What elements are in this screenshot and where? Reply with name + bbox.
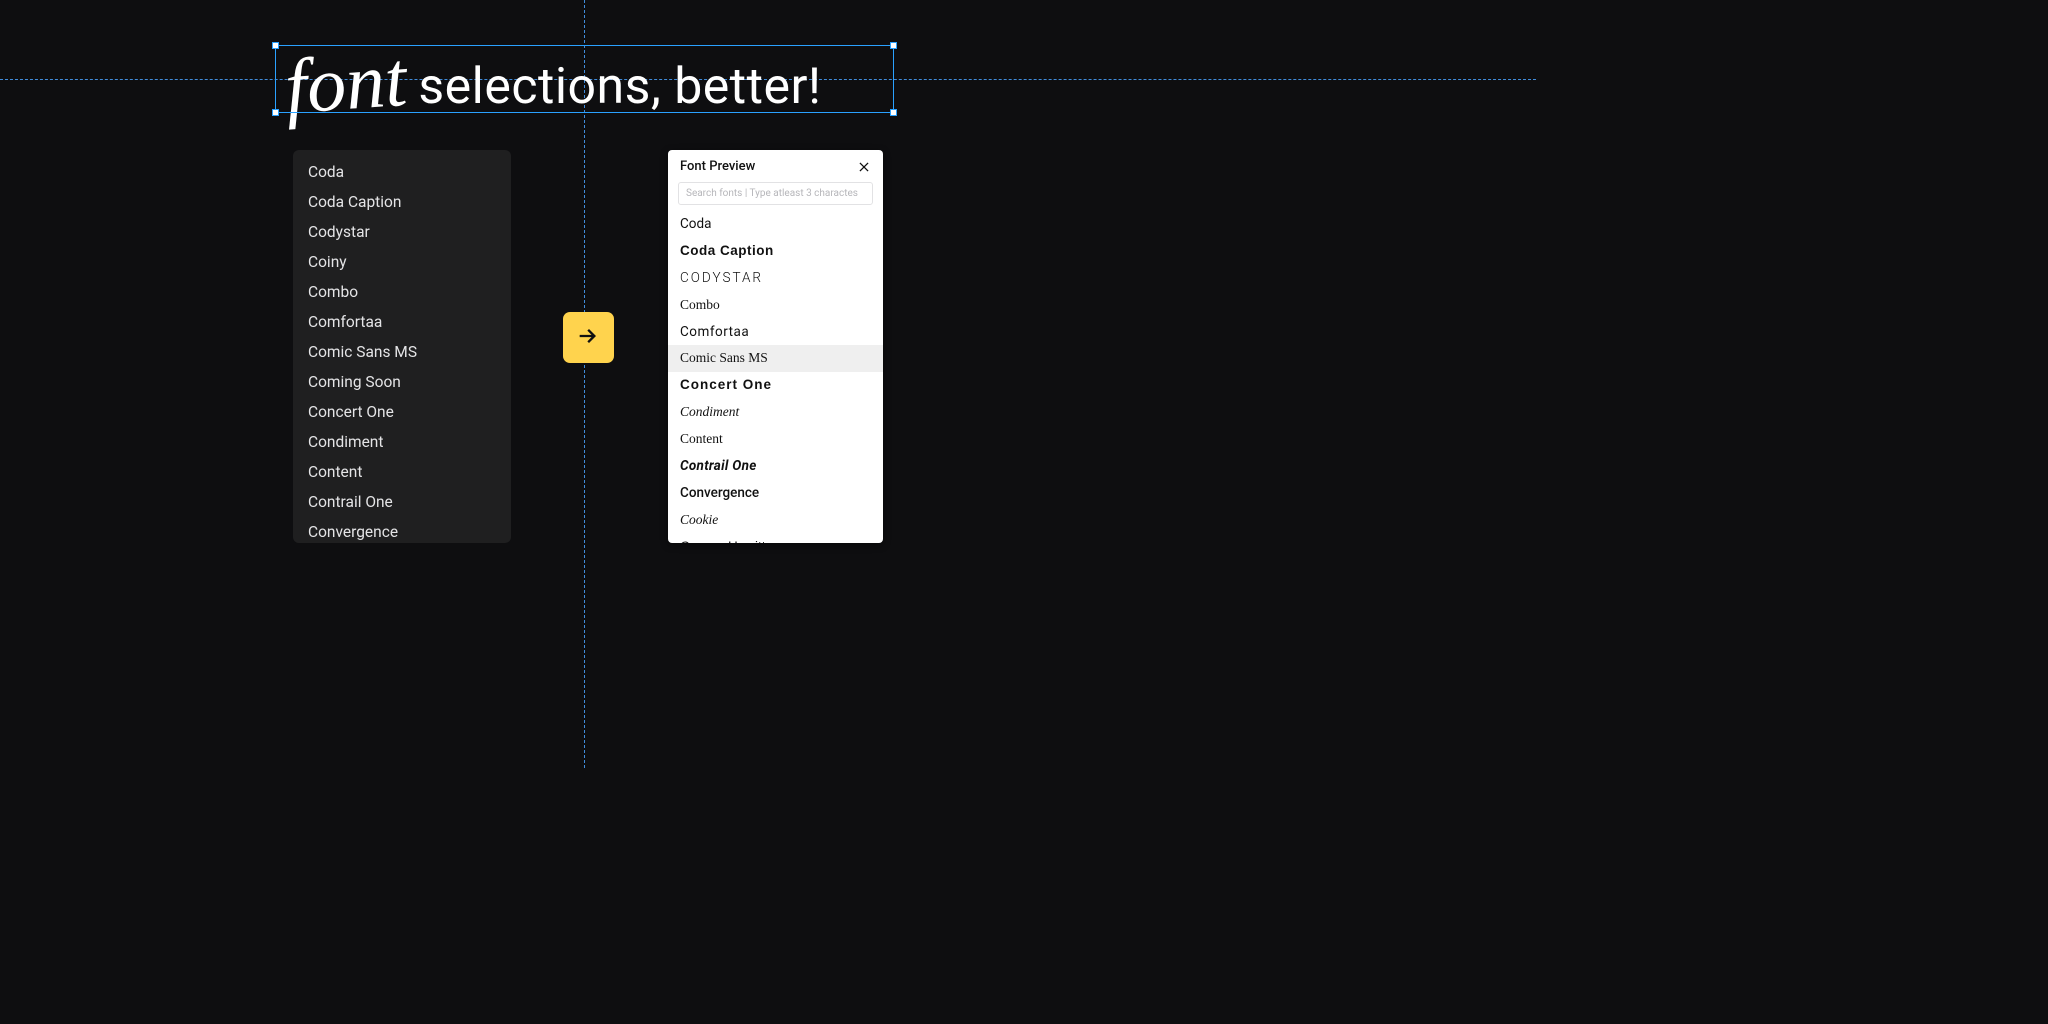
font-list-item[interactable]: Condiment [293,428,511,458]
font-list-item[interactable]: Content [293,458,511,488]
close-icon [857,160,871,174]
font-list-item[interactable]: Combo [293,278,511,308]
font-search-input[interactable]: Search fonts | Type atleast 3 charactes [678,182,873,205]
resize-handle-top-left[interactable] [272,42,279,49]
font-list-item[interactable]: Convergence [293,518,511,543]
font-list-dark: CodaCoda CaptionCodystarCoinyComboComfor… [293,150,511,543]
font-preview-item[interactable]: Contrail One [668,453,883,480]
resize-handle-top-right[interactable] [890,42,897,49]
selection-box[interactable] [275,45,894,113]
font-preview-item[interactable]: Content [668,426,883,453]
font-list-item[interactable]: Coiny [293,248,511,278]
close-button[interactable] [857,160,871,174]
arrow-right-icon [575,322,603,354]
font-list-item[interactable]: Contrail One [293,488,511,518]
font-preview-item[interactable]: Coda [668,211,883,238]
font-preview-item[interactable]: Comfortaa [668,319,883,346]
font-list-item[interactable]: Coming Soon [293,368,511,398]
font-preview-title: Font Preview [680,159,755,174]
resize-handle-bottom-right[interactable] [890,109,897,116]
arrow-box [563,312,614,363]
font-preview-header: Font Preview [668,150,883,182]
font-preview-item[interactable]: Coda Caption [668,238,883,265]
font-list-item[interactable]: Concert One [293,398,511,428]
font-preview-item[interactable]: Condiment [668,399,883,426]
font-preview-item[interactable]: Convergence [668,480,883,507]
font-list-item[interactable]: Coda Caption [293,188,511,218]
resize-handle-bottom-left[interactable] [272,109,279,116]
font-preview-item[interactable]: Concert One [668,372,883,399]
font-preview-item[interactable]: Combo [668,292,883,319]
font-list-item[interactable]: Comic Sans MS [293,338,511,368]
font-preview-item[interactable]: CODYSTAR [668,265,883,292]
font-preview-panel: Font Preview Search fonts | Type atleast… [668,150,883,543]
font-preview-item[interactable]: Comic Sans MS [668,345,883,372]
font-preview-list: CodaCoda CaptionCODYSTARComboComfortaaCo… [668,211,883,543]
font-preview-item[interactable]: Cookie [668,507,883,534]
font-list-item[interactable]: Comfortaa [293,308,511,338]
font-list-item[interactable]: Codystar [293,218,511,248]
font-list-item[interactable]: Coda [293,158,511,188]
font-preview-item[interactable]: Cooper Hewitt [668,534,883,544]
